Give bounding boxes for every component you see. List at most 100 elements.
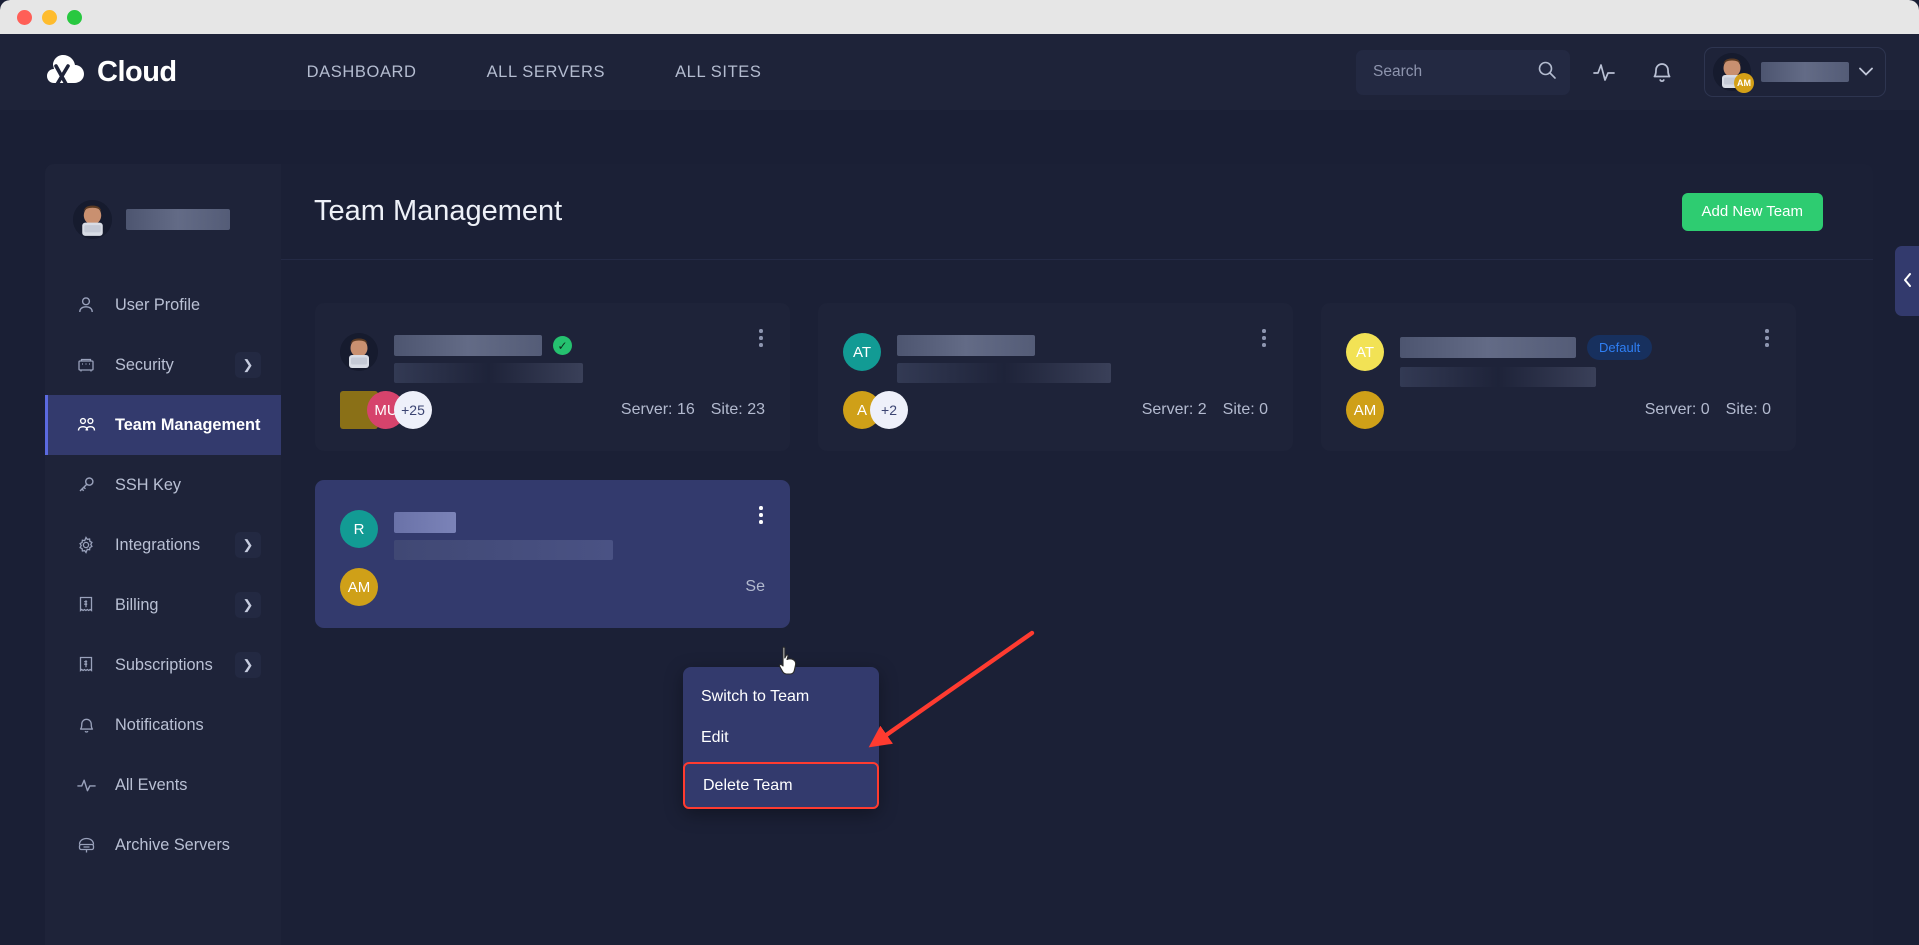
- sidebar-item-label: Billing: [115, 595, 159, 614]
- server-count: Server: 0: [1644, 401, 1710, 418]
- menu-item-delete-team[interactable]: Delete Team: [683, 762, 879, 809]
- team-counts: Server: 2 Site: 0: [1142, 401, 1268, 419]
- add-new-team-button[interactable]: Add New Team: [1681, 192, 1823, 231]
- minimize-window-button[interactable]: [42, 9, 57, 25]
- sidebar-item-notifications[interactable]: Notifications: [45, 695, 281, 755]
- team-icon: [75, 416, 97, 434]
- team-card-header: AT: [843, 333, 1268, 383]
- sidebar-avatar: [73, 200, 112, 239]
- team-card-menu-button[interactable]: [1254, 325, 1274, 351]
- sidebar-collapse-toggle[interactable]: [1895, 246, 1919, 316]
- chevron-right-icon[interactable]: ❯: [235, 532, 261, 558]
- sidebar-item-subscriptions[interactable]: Subscriptions ❯: [45, 635, 281, 695]
- maximize-window-button[interactable]: [67, 9, 82, 25]
- sidebar-item-all-events[interactable]: All Events: [45, 755, 281, 815]
- chevron-down-icon[interactable]: [1859, 63, 1873, 81]
- member-overflow-count[interactable]: +2: [870, 391, 908, 429]
- server-count: Server: 16: [620, 401, 695, 418]
- team-card[interactable]: ✓ MU +25 Server: 16 Site: 23: [315, 303, 790, 451]
- chevron-right-icon[interactable]: ❯: [235, 652, 261, 678]
- team-avatar: AT: [843, 333, 881, 371]
- sidebar-username-redacted: [126, 209, 230, 230]
- sidebar-item-label: Subscriptions: [115, 655, 213, 674]
- team-card[interactable]: AT Default AM Server: 0 Site: 0: [1321, 303, 1796, 451]
- receipt-icon: [75, 656, 97, 674]
- cloud-logo-icon: [44, 52, 88, 92]
- browser-window: Cloud DASHBOARD ALL SERVERS ALL SITES Se…: [0, 0, 1919, 945]
- team-card-header: ✓: [340, 333, 765, 383]
- server-count: Server: 2: [1141, 401, 1207, 418]
- brand-logo-link[interactable]: Cloud: [44, 52, 177, 92]
- page-body: User Profile Security ❯ Team Management …: [0, 110, 1919, 945]
- sidebar-item-label: All Events: [115, 775, 188, 794]
- teams-row: R AM Se: [315, 480, 1839, 628]
- team-identity: [897, 333, 1111, 383]
- member-avatars: MU +25: [340, 391, 432, 429]
- key-icon: [75, 476, 97, 494]
- verified-check-icon: ✓: [553, 336, 572, 355]
- member-overflow-count[interactable]: +25: [394, 391, 432, 429]
- sidebar-item-user-profile[interactable]: User Profile: [45, 275, 281, 335]
- team-name-redacted: [394, 335, 542, 356]
- sidebar-item-label: SSH Key: [115, 475, 182, 494]
- sidebar-item-label: Notifications: [115, 715, 204, 734]
- member-avatars: A +2: [843, 391, 908, 429]
- chevron-right-icon[interactable]: ❯: [235, 592, 261, 618]
- team-email-redacted: [394, 363, 583, 383]
- sidebar-item-integrations[interactable]: Integrations ❯: [45, 515, 281, 575]
- team-card-menu-button[interactable]: [1757, 325, 1777, 351]
- team-card[interactable]: AT A +2 Server: 2 Site: 0: [818, 303, 1293, 451]
- main-content: Team Management Add New Team ✓ MU +25 Se…: [281, 164, 1873, 945]
- member-avatar[interactable]: AM: [1346, 391, 1384, 429]
- member-avatar[interactable]: AM: [340, 568, 378, 606]
- primary-nav: DASHBOARD ALL SERVERS ALL SITES: [272, 63, 797, 82]
- menu-item-switch-to-team[interactable]: Switch to Team: [683, 676, 879, 717]
- team-card-footer: AM Se: [340, 568, 765, 606]
- profile-menu-button[interactable]: AM: [1704, 47, 1886, 97]
- menu-item-edit[interactable]: Edit: [683, 717, 879, 758]
- team-card-menu-button-active[interactable]: [751, 502, 771, 528]
- server-count: Se: [745, 578, 765, 595]
- activity-pulse-icon[interactable]: [1580, 48, 1628, 96]
- site-count: Site: 0: [1222, 401, 1268, 418]
- sidebar-item-label: User Profile: [115, 295, 201, 314]
- member-avatars: AM: [340, 568, 378, 606]
- bell-icon: [75, 716, 97, 734]
- profile-name-redacted: [1761, 62, 1849, 82]
- top-nav-right-group: AM: [1356, 34, 1886, 110]
- sidebar-item-security[interactable]: Security ❯: [45, 335, 281, 395]
- activity-pulse-icon: [75, 777, 97, 793]
- team-card-menu-button[interactable]: [751, 325, 771, 351]
- search-box[interactable]: [1356, 49, 1570, 95]
- chevron-left-icon: [1902, 272, 1913, 291]
- sidebar-item-label: Security: [115, 355, 174, 374]
- sidebar-item-billing[interactable]: Billing ❯: [45, 575, 281, 635]
- team-counts: Server: 16 Site: 23: [621, 401, 765, 419]
- team-avatar: [340, 333, 378, 371]
- sidebar-item-ssh-key[interactable]: SSH Key: [45, 455, 281, 515]
- sidebar-user[interactable]: [45, 188, 281, 239]
- team-email-redacted: [1400, 367, 1596, 387]
- search-icon[interactable]: [1537, 60, 1557, 85]
- close-window-button[interactable]: [17, 9, 32, 25]
- team-counts: Se: [745, 578, 765, 596]
- team-name-redacted: [394, 512, 456, 533]
- team-avatar: R: [340, 510, 378, 548]
- team-card-selected[interactable]: R AM Se: [315, 480, 790, 628]
- chevron-right-icon[interactable]: ❯: [235, 352, 261, 378]
- page-title: Team Management: [314, 195, 563, 227]
- teams-row: ✓ MU +25 Server: 16 Site: 23 AT A +2 Ser…: [315, 303, 1839, 451]
- nav-dashboard[interactable]: DASHBOARD: [272, 63, 452, 82]
- search-input[interactable]: [1373, 63, 1523, 81]
- member-avatars: AM: [1346, 391, 1384, 429]
- team-card-footer: A +2 Server: 2 Site: 0: [843, 391, 1268, 429]
- bell-icon[interactable]: [1638, 48, 1686, 96]
- team-identity: Default: [1400, 333, 1653, 387]
- team-avatar: AT: [1346, 333, 1384, 371]
- team-card-footer: MU +25 Server: 16 Site: 23: [340, 391, 765, 429]
- sidebar-item-archive-servers[interactable]: Archive Servers: [45, 815, 281, 875]
- nav-all-servers[interactable]: ALL SERVERS: [452, 63, 641, 82]
- team-context-menu: Switch to Team Edit Delete Team: [683, 667, 879, 809]
- sidebar-item-team-management[interactable]: Team Management: [45, 395, 281, 455]
- nav-all-sites[interactable]: ALL SITES: [640, 63, 796, 82]
